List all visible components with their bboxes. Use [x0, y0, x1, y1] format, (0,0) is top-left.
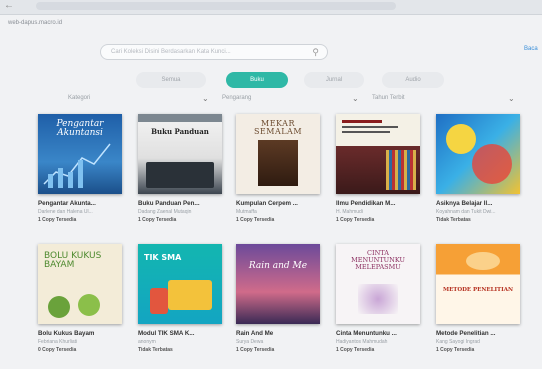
chevron-down-icon[interactable]: ⌄	[508, 94, 515, 103]
book-card[interactable]: Rain and Me Rain And Me Surya Dewa 1 Cop…	[232, 244, 324, 362]
book-cover[interactable]: BOLU KUKUS BAYAM	[38, 244, 122, 324]
book-title: Asiknya Belajar Il...	[436, 200, 493, 207]
book-card[interactable]: TIK SMA Modul TIK SMA K... anonym Tidak …	[134, 244, 226, 362]
book-grid: Pengantar Akuntansi Pengantar Akunta... …	[34, 114, 534, 369]
book-stock: 1 Copy Tersedia	[236, 217, 275, 223]
book-stock: 1 Copy Tersedia	[336, 347, 375, 353]
cover-title: CINTA MENUNTUNKU MELEPASMU	[351, 249, 405, 271]
search-input[interactable]: Cari Koleksi Disini Berdasarkan Kata Kun…	[100, 44, 328, 60]
address-bar-url[interactable]: web-dapus.macro.id	[8, 20, 62, 26]
keyboard-illustration	[146, 162, 214, 188]
chevron-down-icon[interactable]: ⌄	[352, 94, 359, 103]
book-author: Mutmaffa	[236, 209, 257, 215]
filter-category[interactable]: Kategori	[68, 95, 90, 101]
book-cover[interactable]: CINTA MENUNTUNKU MELEPASMU	[336, 244, 420, 324]
book-card[interactable]: CINTA MENUNTUNKU MELEPASMU Cinta Menuntu…	[332, 244, 424, 362]
book-author: Surya Dewa	[236, 339, 264, 345]
book-title: Pengantar Akunta...	[38, 200, 96, 207]
book-cover[interactable]: Buku Panduan	[138, 114, 222, 194]
book-title: Modul TIK SMA K...	[138, 330, 195, 337]
book-author: Koyahnam dan Tukit Dwi...	[436, 209, 496, 215]
book-card[interactable]: METODE PENELITIAN Metode Penelitian ... …	[432, 244, 524, 362]
filter-row: Kategori ⌄ Pengarang ⌄ Tahun Terbit ⌄	[30, 94, 520, 107]
browser-top-bar: ←	[0, 0, 542, 15]
book-cover[interactable]: Rain and Me	[236, 244, 320, 324]
book-stock: 1 Copy Tersedia	[336, 217, 375, 223]
cover-title: BOLU KUKUS BAYAM	[44, 251, 102, 271]
book-stock: 0 Copy Tersedia	[38, 347, 77, 353]
book-author: Dadang Zaenal Mutaqin	[138, 209, 192, 215]
library-app-screen: ← web-dapus.macro.id Cari Koleksi Disini…	[0, 0, 542, 369]
book-author: Hadiyantos Mahmudah	[336, 339, 388, 345]
book-cover[interactable]: METODE PENELITIAN	[436, 244, 520, 324]
book-card[interactable]: Pengantar Akuntansi Pengantar Akunta... …	[34, 114, 126, 232]
book-author: Darlene dan Halena Ul...	[38, 209, 93, 215]
search-icon[interactable]: ⚲	[312, 47, 319, 58]
book-title: Cinta Menuntunku ...	[336, 330, 397, 337]
book-author: Kang Sayogi Ingrad	[436, 339, 480, 345]
book-stock: 1 Copy Tersedia	[236, 347, 275, 353]
book-title: Buku Panduan Pen...	[138, 200, 200, 207]
cover-title: MEKAR SEMALAM	[253, 119, 303, 137]
book-card[interactable]: MEKAR SEMALAM Kumpulan Cerpem ... Mutmaf…	[232, 114, 324, 232]
book-stock: Tidak Terbatas	[138, 347, 173, 353]
book-author: Febriana Khurliati	[38, 339, 78, 345]
cover-title: TIK SMA	[144, 253, 182, 262]
book-title: Kumpulan Cerpem ...	[236, 200, 298, 207]
book-title: Metode Penelitian ...	[436, 330, 496, 337]
chart-illustration	[43, 143, 111, 188]
chevron-down-icon[interactable]: ⌄	[202, 94, 209, 103]
tab-jurnal[interactable]: Jurnal	[304, 72, 364, 88]
book-cover[interactable]	[436, 114, 520, 194]
book-stock: Tidak Terbatas	[436, 217, 471, 223]
book-stock: 1 Copy Tersedia	[138, 217, 177, 223]
book-title: Ilmu Pendidikan M...	[336, 200, 396, 207]
book-card[interactable]: Asiknya Belajar Il... Koyahnam dan Tukit…	[432, 114, 524, 232]
cover-title: Buku Panduan	[151, 127, 209, 136]
book-cover[interactable]: MEKAR SEMALAM	[236, 114, 320, 194]
book-card[interactable]: Buku Panduan Buku Panduan Pen... Dadang …	[134, 114, 226, 232]
book-title: Rain And Me	[236, 330, 274, 337]
cover-title: METODE PENELITIAN	[443, 287, 513, 293]
book-stock: 1 Copy Tersedia	[38, 217, 77, 223]
cover-photo	[258, 140, 298, 186]
book-card[interactable]: Ilmu Pendidikan M... H. Mahmudi 1 Copy T…	[332, 114, 424, 232]
book-card[interactable]: BOLU KUKUS BAYAM Bolu Kukus Bayam Febria…	[34, 244, 126, 362]
search-placeholder: Cari Koleksi Disini Berdasarkan Kata Kun…	[111, 49, 231, 55]
tab-semua[interactable]: Semua	[136, 72, 206, 88]
tab-audio[interactable]: Audio	[382, 72, 444, 88]
tab-buku[interactable]: Buku	[226, 72, 288, 88]
cover-title: Rain and Me	[248, 261, 308, 271]
bookshelf-illustration	[386, 150, 416, 190]
browser-tab-strip	[36, 2, 396, 10]
book-stock: 1 Copy Tersedia	[436, 347, 475, 353]
header-link[interactable]: Baca	[524, 46, 538, 52]
book-title: Bolu Kukus Bayam	[38, 330, 95, 337]
back-arrow-icon[interactable]: ←	[4, 0, 14, 11]
filter-year[interactable]: Tahun Terbit	[372, 95, 405, 101]
book-author: H. Mahmudi	[336, 209, 363, 215]
book-author: anonym	[138, 339, 156, 345]
book-cover[interactable]: Pengantar Akuntansi	[38, 114, 122, 194]
collection-tabs: Semua Buku Jurnal Audio	[136, 72, 444, 89]
book-cover[interactable]: TIK SMA	[138, 244, 222, 324]
book-cover[interactable]	[336, 114, 420, 194]
filter-author[interactable]: Pengarang	[222, 95, 251, 101]
